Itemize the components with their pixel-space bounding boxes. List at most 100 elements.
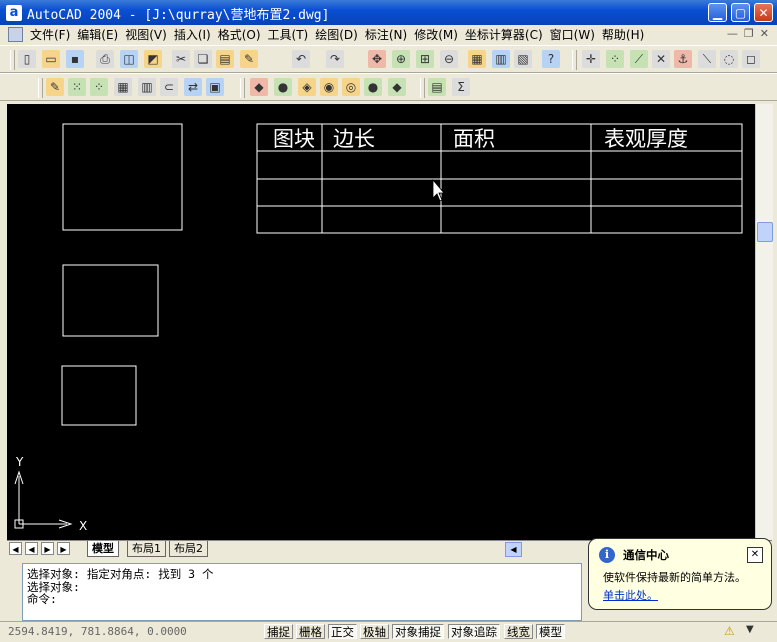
help-icon[interactable]: ? [542,50,560,68]
menu-file[interactable]: 文件(F) [30,25,77,45]
warning-icon[interactable]: ⚠ [724,624,735,638]
tab-last-icon[interactable]: ▶ [57,542,70,555]
exchange-icon[interactable]: ⇄ [184,78,202,96]
maximize-button[interactable]: ▢ [731,3,750,22]
snap-tangent-icon[interactable]: ⟍ [698,50,716,68]
coordinates-readout[interactable]: 2594.8419, 781.8864, 0.0000 [8,625,258,639]
properties-icon[interactable]: ▦ [468,50,486,68]
tool-f-icon[interactable]: ● [364,78,382,96]
snap-endpoint-icon[interactable]: ⁘ [606,50,624,68]
tab-layout1[interactable]: 布局1 [127,541,166,557]
zoom-window-icon[interactable]: ⊞ [416,50,434,68]
toolbar-grip[interactable] [38,78,43,98]
tool-d-icon[interactable]: ◉ [320,78,338,96]
tab-first-icon[interactable]: ◀ [9,542,22,555]
mdi-restore-icon[interactable]: ❐ [744,27,754,40]
tray-menu-arrow-icon[interactable]: ▼ [746,624,754,635]
snap-midpoint-icon[interactable]: ⟋ [630,50,648,68]
chart-icon[interactable]: ▥ [138,78,156,96]
tab-layout2[interactable]: 布局2 [169,541,208,557]
tool-a-icon[interactable]: ◆ [250,78,268,96]
menu-draw[interactable]: 绘图(D) [315,25,365,45]
undo-icon[interactable]: ↶ [292,50,310,68]
mdi-close-icon[interactable]: ✕ [760,27,769,40]
match-properties-icon[interactable]: ✎ [240,50,258,68]
design-center-icon[interactable]: ▥ [492,50,510,68]
layer-icon[interactable]: ▣ [206,78,224,96]
menu-coordinate-calculator[interactable]: 坐标计算器(C) [465,25,550,45]
menu-view[interactable]: 视图(V) [125,25,174,45]
lineweight-toggle[interactable]: 线宽 [504,624,533,639]
command-prompt[interactable]: 命令: [27,593,577,606]
toolbar-grip[interactable] [572,50,577,70]
menu-edit[interactable]: 编辑(E) [77,25,125,45]
tab-prev-icon[interactable]: ◀ [25,542,38,555]
edit-attributes-icon[interactable]: ✎ [46,78,64,96]
balloon-click-here-link[interactable]: 单击此处。 [603,587,658,603]
command-line-window[interactable]: 选择对象: 指定对角点: 找到 3 个 选择对象: 命令: [22,563,582,621]
menu-help[interactable]: 帮助(H) [602,25,651,45]
pan-icon[interactable]: ✥ [368,50,386,68]
menu-dimension[interactable]: 标注(N) [365,25,414,45]
table-grid-icon[interactable]: ▦ [114,78,132,96]
sum-icon[interactable]: Σ [452,78,470,96]
polar-toggle[interactable]: 极轴 [360,624,389,639]
block-rect-medium[interactable] [62,264,159,337]
menu-format[interactable]: 格式(O) [218,25,268,45]
autocad-app-icon[interactable]: a [6,5,22,21]
tab-model[interactable]: 模型 [87,541,119,557]
close-button[interactable]: ✕ [754,3,773,22]
vertical-scrollbar[interactable] [755,104,773,540]
menu-tools[interactable]: 工具(T) [268,25,316,45]
publish-icon[interactable]: ◩ [144,50,162,68]
tool-c-icon[interactable]: ◈ [298,78,316,96]
new-file-icon[interactable]: ▯ [18,50,36,68]
minimize-button[interactable]: ▁ [708,3,727,22]
osnap-toggle[interactable]: 对象捕捉 [392,624,444,639]
cut-icon[interactable]: ✂ [172,50,190,68]
save-icon[interactable]: ▪ [66,50,84,68]
document-icon[interactable] [8,27,23,42]
communication-center-balloon: i 通信中心 ✕ 使软件保持最新的简单方法。 单击此处。 [588,538,772,610]
tool-g-icon[interactable]: ◆ [388,78,406,96]
print-icon[interactable]: ⎙ [96,50,114,68]
object-snap-icon[interactable]: ✛ [582,50,600,68]
snap-center-icon[interactable]: ⚓ [674,50,692,68]
menu-insert[interactable]: 插入(I) [174,25,218,45]
open-file-icon[interactable]: ▭ [42,50,60,68]
snap-intersection-icon[interactable]: ✕ [652,50,670,68]
toolbar-grip[interactable] [420,78,425,98]
snap-node-icon[interactable]: ◻ [742,50,760,68]
tab-next-icon[interactable]: ▶ [41,542,54,555]
paste-icon[interactable]: ▤ [216,50,234,68]
menu-modify[interactable]: 修改(M) [414,25,465,45]
block-grid-icon[interactable]: ⁙ [68,78,86,96]
scroll-left-icon[interactable]: ◀ [505,542,522,557]
zoom-realtime-icon[interactable]: ⊕ [392,50,410,68]
plot-preview-icon[interactable]: ◫ [120,50,138,68]
calc-icon[interactable]: ▤ [428,78,446,96]
snap-toggle[interactable]: 捕捉 [264,624,293,639]
tool-e-icon[interactable]: ◎ [342,78,360,96]
snap-quadrant-icon[interactable]: ◌ [720,50,738,68]
mdi-minimize-icon[interactable]: — [727,27,738,40]
vertical-scroll-thumb[interactable] [757,222,773,242]
balloon-close-icon[interactable]: ✕ [747,547,763,563]
drawing-canvas[interactable]: 图块 边长 面积 表观厚度 Y X [7,104,755,540]
model-toggle[interactable]: 模型 [536,624,565,639]
tool-palettes-icon[interactable]: ▧ [514,50,532,68]
tool-b-icon[interactable]: ● [274,78,292,96]
menu-window[interactable]: 窗口(W) [550,25,602,45]
copy-icon[interactable]: ❏ [194,50,212,68]
block-rect-large[interactable] [62,123,183,231]
toolbar-grip[interactable] [10,50,15,70]
otrack-toggle[interactable]: 对象追踪 [448,624,500,639]
zoom-previous-icon[interactable]: ⊖ [440,50,458,68]
link-icon[interactable]: ⊂ [160,78,178,96]
grid-toggle[interactable]: 栅格 [296,624,325,639]
block-rect-small[interactable] [61,365,137,426]
array-icon[interactable]: ⁘ [90,78,108,96]
toolbar-grip[interactable] [240,78,245,98]
redo-icon[interactable]: ↷ [326,50,344,68]
ortho-toggle[interactable]: 正交 [328,624,357,639]
